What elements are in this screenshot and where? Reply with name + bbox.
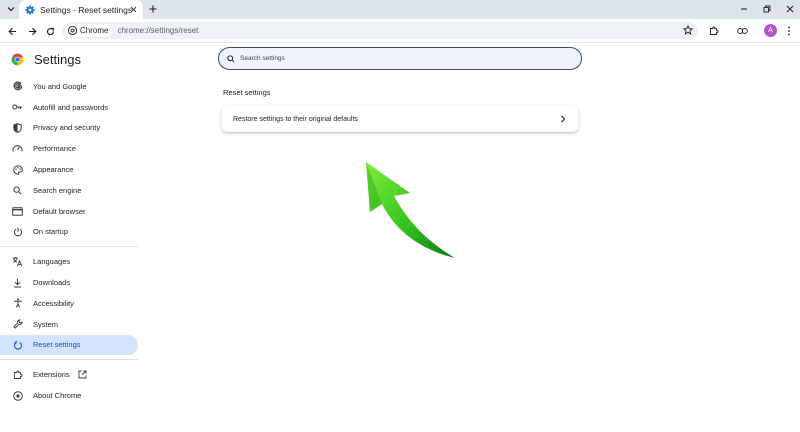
sidebar-item-default-browser[interactable]: Default browser: [0, 201, 138, 222]
sidebar-divider: [0, 359, 138, 361]
search-icon: [12, 185, 23, 196]
sidebar-item-label: Accessibility: [33, 298, 74, 308]
google-icon: [12, 81, 23, 92]
tab-title: Settings - Reset settings: [40, 4, 133, 15]
sidebar-item-privacy[interactable]: Privacy and security: [0, 118, 138, 139]
tab-strip: Settings - Reset settings: [0, 0, 800, 19]
browser-window-icon: [12, 206, 23, 217]
window-close-button[interactable]: [783, 2, 797, 16]
sidebar-item-label: Autofill and passwords: [33, 102, 109, 112]
sidebar-item-reset-settings[interactable]: Reset settings: [0, 334, 138, 356]
key-icon: [12, 102, 23, 113]
search-icon: [227, 54, 235, 63]
restore-defaults-row[interactable]: Restore settings to their original defau…: [222, 106, 578, 132]
chrome-icon: [68, 26, 77, 35]
puzzle-icon: [12, 369, 23, 380]
star-icon: [683, 25, 693, 35]
settings-page: Settings You and Google Autofill and pas…: [0, 44, 800, 432]
puzzle-icon: [710, 26, 719, 35]
address-bar[interactable]: Chrome chrome://settings/reset: [62, 22, 698, 39]
link-icon: [736, 28, 748, 34]
restore-icon: [763, 5, 771, 13]
reset-icon: [12, 339, 23, 350]
reset-settings-card: Restore settings to their original defau…: [222, 106, 578, 132]
profile-avatar[interactable]: A: [764, 24, 777, 37]
tab-close-button[interactable]: [127, 3, 139, 15]
arrow-left-icon: [7, 27, 16, 35]
sidebar-item-downloads[interactable]: Downloads: [0, 272, 138, 293]
sidebar-item-label: Reset settings: [33, 340, 81, 350]
sidebar-item-label: On startup: [33, 227, 69, 237]
browser-toolbar: Chrome chrome://settings/reset A: [0, 19, 800, 43]
sidebar-item-autofill[interactable]: Autofill and passwords: [0, 97, 138, 118]
settings-header: Settings: [11, 52, 81, 67]
sidebar-item-label: Privacy and security: [33, 123, 101, 133]
menu-button[interactable]: [782, 24, 796, 38]
sidebar-item-extensions[interactable]: Extensions: [0, 364, 138, 385]
close-icon: [786, 5, 794, 13]
page-title: Settings: [34, 52, 81, 67]
sidebar-item-label: Downloads: [33, 278, 71, 288]
reload-icon: [46, 27, 54, 35]
sidebar-item-search-engine[interactable]: Search engine: [0, 180, 138, 201]
translate-icon: [12, 256, 23, 267]
more-vert-icon: [788, 26, 790, 36]
site-chip-label: Chrome: [80, 26, 109, 35]
chevron-down-icon: [7, 7, 15, 12]
plus-icon: [149, 5, 157, 13]
chrome-icon: [12, 390, 23, 401]
sidebar-item-appearance[interactable]: Appearance: [0, 159, 138, 180]
new-tab-button[interactable]: [146, 2, 160, 16]
sidebar-item-label: Extensions: [33, 370, 70, 380]
minimize-icon: [741, 8, 747, 10]
sidebar-item-about-chrome[interactable]: About Chrome: [0, 385, 138, 406]
sidebar-item-you-and-google[interactable]: You and Google: [0, 76, 138, 97]
power-icon: [12, 226, 23, 237]
sidebar-item-label: You and Google: [33, 81, 87, 91]
sidebar-item-on-startup[interactable]: On startup: [0, 222, 138, 243]
sidebar-item-languages[interactable]: Languages: [0, 251, 138, 272]
restore-defaults-label: Restore settings to their original defau…: [233, 115, 358, 123]
sidebar-divider: [0, 246, 138, 248]
wrench-icon: [12, 319, 23, 330]
sidebar-item-label: Appearance: [33, 165, 74, 175]
sidebar-item-label: Performance: [33, 144, 76, 154]
gear-icon: [25, 4, 35, 15]
speedometer-icon: [12, 143, 23, 154]
sidebar-item-label: Search engine: [33, 185, 82, 195]
search-input[interactable]: [240, 55, 540, 62]
sidebar-item-performance[interactable]: Performance: [0, 138, 138, 159]
tab-search-button[interactable]: [4, 2, 18, 16]
reload-button[interactable]: [43, 24, 57, 38]
open-in-new-icon: [78, 370, 87, 379]
settings-search-box[interactable]: [218, 47, 582, 70]
settings-sidebar: You and Google Autofill and passwords Pr…: [0, 76, 140, 406]
green-arrow-annotation: [366, 162, 455, 258]
site-info-chip[interactable]: Chrome: [65, 24, 113, 37]
active-tab[interactable]: Settings - Reset settings: [19, 0, 143, 19]
forward-button[interactable]: [25, 24, 39, 38]
restore-button[interactable]: [760, 2, 774, 16]
chevron-right-icon: [561, 115, 566, 123]
sidebar-item-accessibility[interactable]: Accessibility: [0, 293, 138, 314]
close-icon: [130, 6, 136, 12]
section-title: Reset settings: [223, 88, 271, 97]
sidebar-item-label: System: [33, 319, 59, 329]
arrow-right-icon: [28, 27, 37, 35]
accessibility-icon: [12, 298, 23, 309]
minimize-button[interactable]: [737, 2, 751, 16]
url-text: chrome://settings/reset: [117, 26, 199, 35]
link-button[interactable]: [735, 24, 749, 38]
sidebar-item-label: About Chrome: [33, 391, 82, 401]
palette-icon: [12, 164, 23, 175]
download-icon: [12, 277, 23, 288]
back-button[interactable]: [5, 24, 19, 38]
extensions-button[interactable]: [707, 24, 721, 38]
chrome-logo-icon: [11, 53, 24, 66]
sidebar-item-label: Default browser: [33, 206, 86, 216]
bookmark-button[interactable]: [682, 24, 694, 36]
sidebar-item-label: Languages: [33, 257, 71, 267]
shield-icon: [12, 122, 23, 133]
sidebar-item-system[interactable]: System: [0, 314, 138, 335]
